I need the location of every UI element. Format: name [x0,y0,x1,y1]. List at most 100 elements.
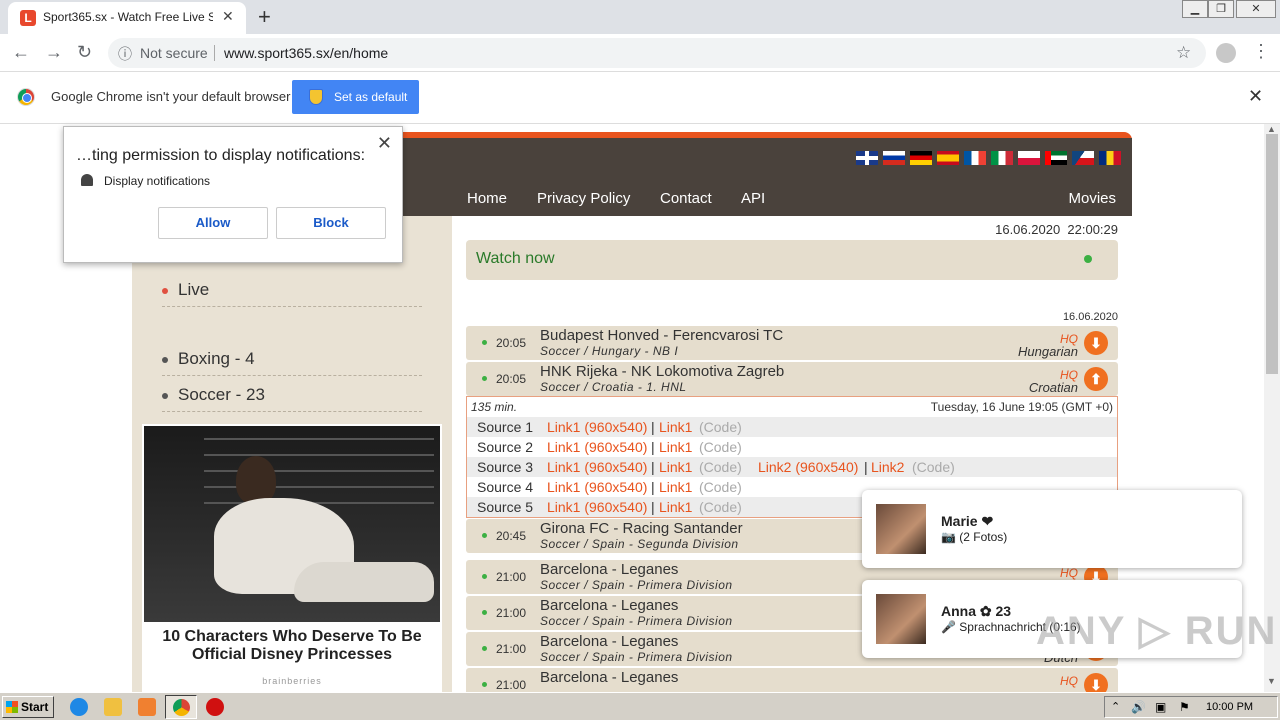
match-league: Soccer / Croatia - 1. HNL [540,380,687,394]
uk-flag-icon[interactable] [856,151,878,165]
code-link[interactable]: (Code) [699,479,742,495]
reload-icon[interactable]: ↻ [77,42,92,63]
info-icon[interactable]: ⓘ [118,44,132,64]
link1[interactable]: Link1 [659,439,692,455]
match-language: Croatian [1028,380,1078,395]
ae-flag-icon[interactable] [1045,151,1067,165]
it-flag-icon[interactable] [991,151,1013,165]
pl-flag-icon[interactable] [1018,151,1040,165]
sidebar-item-boxing[interactable]: Boxing - 4 [162,343,422,376]
ie-icon[interactable] [70,698,88,716]
taskbar-chrome-item[interactable] [165,695,197,719]
match-title[interactable]: HNK Rijeka - NK Lokomotiva Zagreb [540,363,784,380]
link1[interactable]: Link1 [659,459,692,475]
link1-hd[interactable]: Link1 (960x540) [547,499,647,515]
link2-hd[interactable]: Link2 (960x540) [758,459,858,475]
expand-arrow-icon[interactable]: ⬆ [1084,367,1108,391]
profile-avatar-icon[interactable] [1216,43,1236,63]
match-title[interactable]: Budapest Honved - Ferencvarosi TC [540,327,783,344]
ad-image[interactable] [144,426,440,622]
ru-flag-icon[interactable] [883,151,905,165]
current-datetime: 16.06.2020 22:00:29 [995,222,1118,237]
nav-contact[interactable]: Contact [660,190,712,207]
address-bar[interactable]: ⓘ Not secure www.sport365.sx/en/home ☆ [108,38,1206,68]
match-row[interactable]: 20:05 Budapest Honved - Ferencvarosi TC So… [466,326,1118,360]
minimize-icon[interactable]: ▁ [1182,0,1208,18]
scroll-up-icon[interactable]: ▲ [1267,124,1276,134]
media-player-icon[interactable] [138,698,156,716]
code-link[interactable]: (Code) [912,459,955,475]
forward-icon[interactable]: → [45,42,63,63]
popup-close-icon[interactable]: ✕ [377,133,392,154]
match-title[interactable]: Barcelona - Leganes [540,597,678,614]
match-title[interactable]: Barcelona - Leganes [540,669,678,686]
nav-privacy-policy[interactable]: Privacy Policy [537,190,630,207]
match-row[interactable]: 21:00 Barcelona - Leganes HQ ⬇ [466,668,1118,692]
ro-flag-icon[interactable] [1099,151,1121,165]
match-title[interactable]: Barcelona - Leganes [540,561,678,578]
code-link[interactable]: (Code) [699,439,742,455]
sidebar-item-soccer[interactable]: Soccer - 23 [162,379,422,412]
set-as-default-label: Set as default [334,90,408,104]
code-link[interactable]: (Code) [699,419,742,435]
volume-icon[interactable]: 🔊 [1131,700,1146,714]
alert-app-icon[interactable] [206,698,224,716]
sidebar-label: Live [178,280,210,299]
flag-notification-icon[interactable]: ⚑ [1179,700,1190,714]
match-time: 21:00 [496,678,527,692]
infobar-close-icon[interactable]: ✕ [1248,86,1263,107]
link1[interactable]: Link1 [659,479,692,495]
chat-ad-marie[interactable]: Marie ❤ 📷 (2 Fotos) [862,490,1242,568]
back-icon[interactable]: ← [12,42,30,63]
nav-movies[interactable]: Movies [1068,190,1116,207]
chat-name: Marie ❤ [941,513,994,529]
ad-title[interactable]: 10 Characters Who Deserve To Be Official… [142,628,442,664]
nav-home[interactable]: Home [467,190,507,207]
expand-arrow-icon[interactable]: ⬇ [1084,331,1108,355]
live-status-dot-icon [1084,255,1092,263]
link1[interactable]: Link1 [659,499,692,515]
link1-hd[interactable]: Link1 (960x540) [547,479,647,495]
network-icon[interactable]: ▣ [1155,700,1166,714]
link1-hd[interactable]: Link1 (960x540) [547,459,647,475]
sidebar-item-live[interactable]: Live [162,274,422,307]
url-text[interactable]: www.sport365.sx/en/home [224,45,388,61]
expand-arrow-icon[interactable]: ⬇ [1084,673,1108,692]
set-as-default-button[interactable]: Set as default [292,80,419,114]
sidebar-label: Boxing - 4 [178,349,255,368]
match-title[interactable]: Girona FC - Racing Santander [540,520,743,537]
start-button[interactable]: Start [2,696,54,718]
status-dot-icon [482,610,487,615]
page-scrollbar[interactable]: ▲ ▼ [1264,124,1280,692]
allow-button[interactable]: Allow [158,207,268,239]
browser-tab[interactable]: L Sport365.sx - Watch Free Live Sport ✕ [8,2,246,34]
scrollbar-thumb[interactable] [1266,134,1278,374]
folder-icon[interactable] [104,698,122,716]
tray-expand-icon[interactable]: ⌃ [1111,700,1120,713]
de-flag-icon[interactable] [910,151,932,165]
new-tab-icon[interactable]: + [258,4,271,30]
menu-kebab-icon[interactable]: ⋮ [1252,41,1270,62]
link1[interactable]: Link1 [659,419,692,435]
nav-api[interactable]: API [741,190,765,207]
code-link[interactable]: (Code) [699,499,742,515]
es-flag-icon[interactable] [937,151,959,165]
bookmark-star-icon[interactable]: ☆ [1176,43,1191,63]
match-row[interactable]: 20:05 HNK Rijeka - NK Lokomotiva Zagreb So… [466,362,1118,396]
cz-flag-icon[interactable] [1072,151,1094,165]
window-close-icon[interactable]: ✕ [1236,0,1276,18]
block-button[interactable]: Block [276,207,386,239]
link2[interactable]: Link2 [871,459,904,475]
fr-flag-icon[interactable] [964,151,986,165]
source-row: Source 2 Link1 (960x540) | Link1 (Code) [467,437,1117,457]
link1-hd[interactable]: Link1 (960x540) [547,439,647,455]
watch-now-bar[interactable]: Watch now [466,240,1118,280]
status-dot-icon [482,376,487,381]
ad-box[interactable]: 10 Characters Who Deserve To Be Official… [142,424,442,692]
link1-hd[interactable]: Link1 (960x540) [547,419,647,435]
tab-close-icon[interactable]: ✕ [222,8,234,25]
match-title[interactable]: Barcelona - Leganes [540,633,678,650]
restore-icon[interactable]: ❐ [1208,0,1234,18]
scroll-down-icon[interactable]: ▼ [1267,676,1276,686]
code-link[interactable]: (Code) [699,459,742,475]
